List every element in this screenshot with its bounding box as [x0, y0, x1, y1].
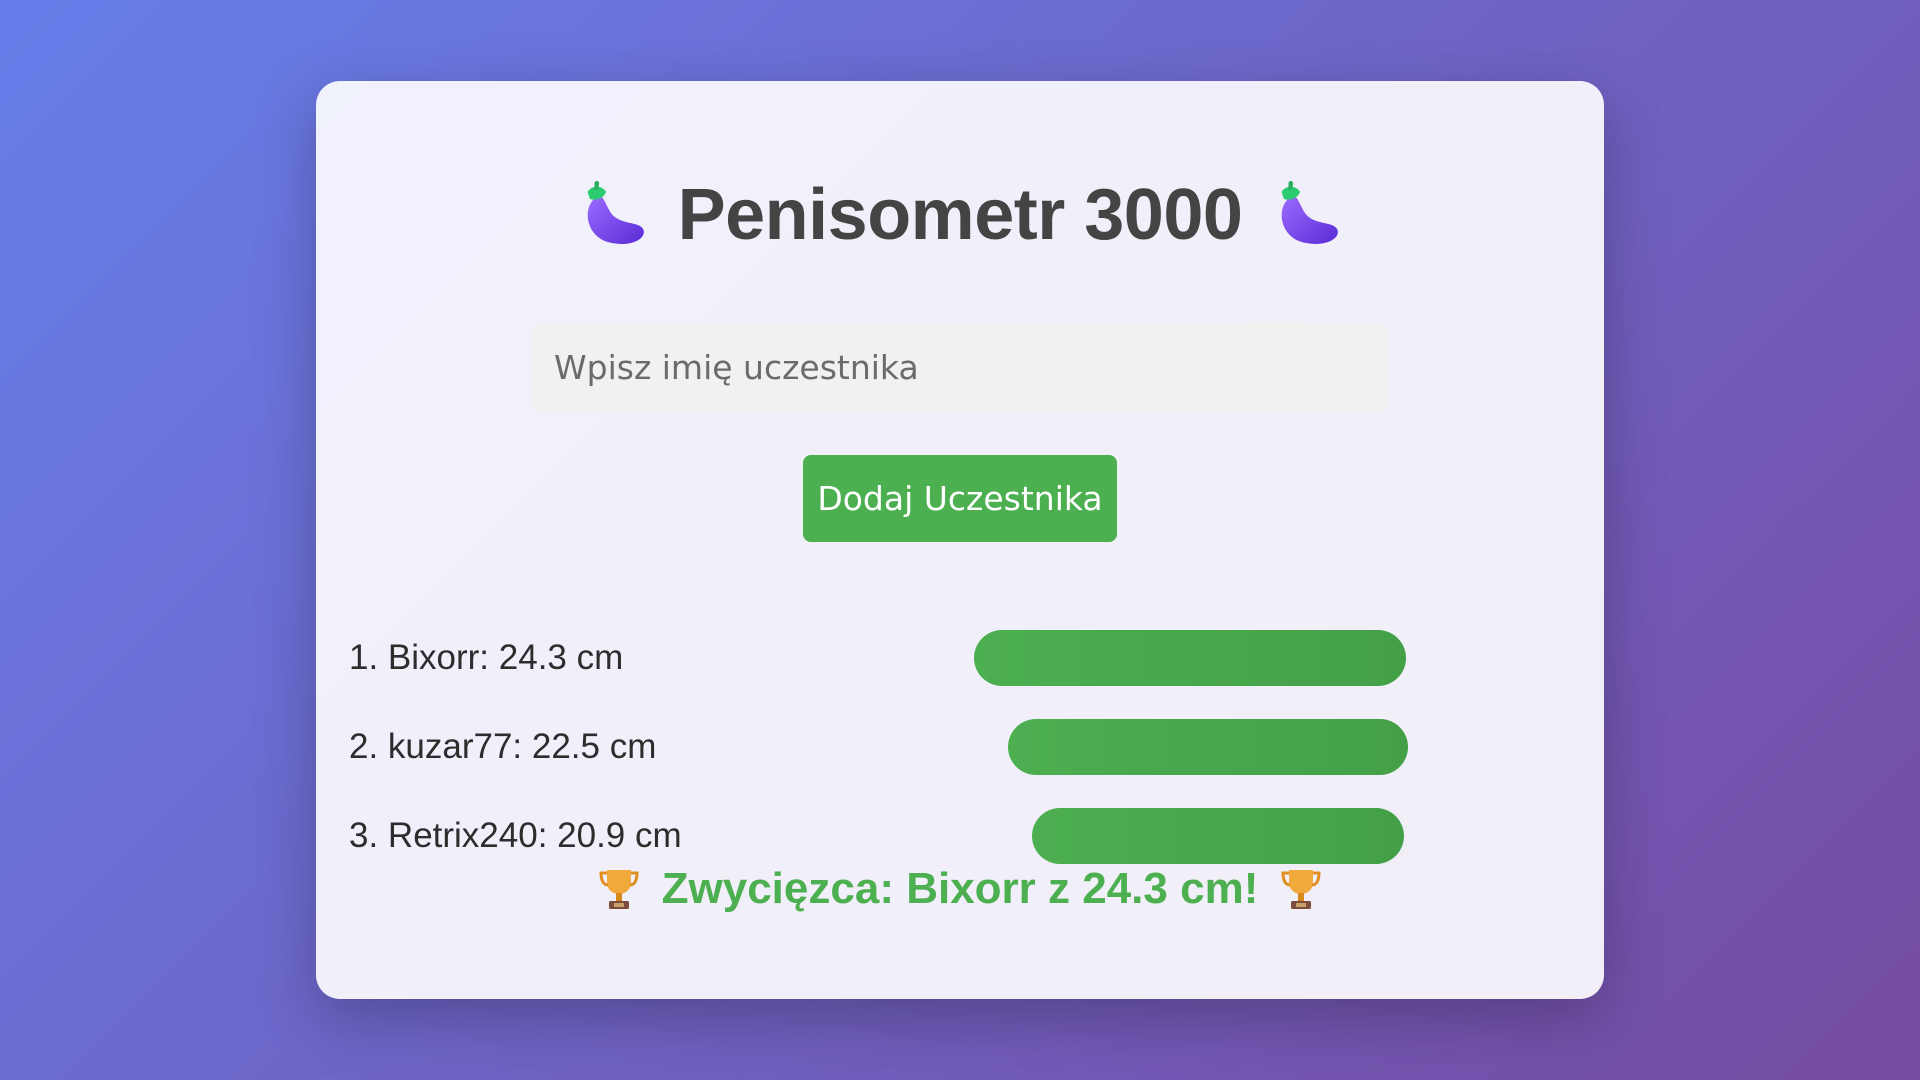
- length-bar: [1008, 719, 1408, 775]
- winner-text: Zwycięzca: Bixorr z 24.3 cm!: [661, 864, 1259, 913]
- trophy-icon: [1281, 870, 1321, 909]
- trophy-icon: [599, 870, 639, 909]
- leaderboard-row-label: 2. kuzar77: 22.5 cm: [349, 727, 657, 766]
- eggplant-icon: [1281, 181, 1339, 244]
- eggplant-icon: [587, 181, 644, 244]
- leaderboard-row: 2. kuzar77: 22.5 cm: [349, 719, 656, 775]
- leaderboard-row-label: 1. Bixorr: 24.3 cm: [349, 638, 624, 677]
- leaderboard-row-label: 3. Retrix240: 20.9 cm: [349, 816, 682, 855]
- page-title: Penisometr 3000: [677, 175, 1243, 255]
- add-participant-button[interactable]: Dodaj Uczestnika: [803, 455, 1117, 542]
- length-bar: [974, 630, 1406, 686]
- length-bar: [1032, 808, 1404, 864]
- winner-banner: Zwycięzca: Bixorr z 24.3 cm!: [316, 859, 1604, 919]
- participant-name-input[interactable]: [532, 322, 1387, 412]
- leaderboard-row: 3. Retrix240: 20.9 cm: [349, 808, 682, 864]
- leaderboard-row: 1. Bixorr: 24.3 cm: [349, 630, 623, 686]
- main-card: Penisometr 3000 Dodaj Uczestnika 1. Bixo…: [316, 81, 1604, 999]
- title-row: Penisometr 3000: [316, 165, 1604, 265]
